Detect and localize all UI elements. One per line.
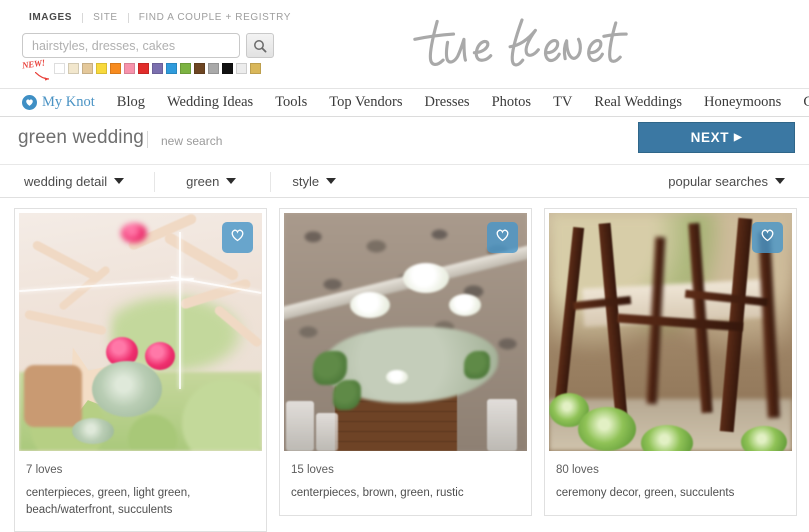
nav-item-tv[interactable]: TV [542, 89, 583, 116]
filter-wedding-detail[interactable]: wedding detail [24, 165, 125, 197]
search-icon [253, 39, 267, 53]
page-title: green wedding [18, 127, 144, 148]
card-media[interactable] [545, 209, 796, 455]
card-body: 80 loves ceremony decor, green, succulen… [545, 455, 796, 515]
nav-item-dresses[interactable]: Dresses [413, 89, 480, 116]
chevron-down-icon [326, 178, 337, 184]
succulent-shape [91, 360, 162, 417]
nav-item-wedding-ideas[interactable]: Wedding Ideas [156, 89, 264, 116]
card-tags[interactable]: centerpieces, green, light green, beach/… [26, 485, 255, 518]
nav-item-real-weddings[interactable]: Real Weddings [583, 89, 693, 116]
swatch-green[interactable] [180, 62, 191, 74]
nav-item-top-vendors[interactable]: Top Vendors [318, 89, 413, 116]
chevron-right-icon: ▶ [734, 132, 743, 143]
love-badge-button[interactable] [222, 222, 253, 253]
filter-bar: wedding detail green style popular searc… [0, 164, 809, 198]
swatch-yellow[interactable] [96, 62, 107, 74]
swatch-pink[interactable] [124, 62, 135, 74]
nav-item-photos[interactable]: Photos [481, 89, 543, 116]
nav-item-tools[interactable]: Tools [264, 89, 318, 116]
chevron-down-icon [775, 178, 785, 184]
result-card[interactable]: 15 loves centerpieces, brown, green, rus… [279, 208, 532, 516]
card-body: 7 loves centerpieces, green, light green… [15, 455, 266, 531]
chevron-down-icon [226, 178, 237, 184]
filter-color[interactable]: green [186, 165, 237, 197]
swatch-red[interactable] [138, 62, 149, 74]
swatch-black[interactable] [222, 62, 233, 74]
search-button[interactable] [246, 33, 274, 58]
results-title-bar: green wedding new search NEXT ▶ [0, 117, 809, 164]
filter-divider [154, 172, 155, 192]
utility-tabs: IMAGES SITE FIND A COUPLE + REGISTRY [29, 12, 301, 23]
result-card[interactable]: 7 loves centerpieces, green, light green… [14, 208, 267, 532]
new-badge: NEW! [21, 57, 52, 81]
card-body: 15 loves centerpieces, brown, green, rus… [280, 455, 531, 515]
swatch-gold[interactable] [250, 62, 261, 74]
loves-count: 7 loves [26, 464, 63, 476]
arrow-icon [34, 68, 50, 86]
top-header: IMAGES SITE FIND A COUPLE + REGISTRY NEW… [0, 0, 809, 88]
swatch-brown[interactable] [194, 62, 205, 74]
swatch-purple[interactable] [152, 62, 163, 74]
new-search-link[interactable]: new search [161, 134, 222, 148]
color-swatch-row: NEW! [21, 57, 264, 81]
photo-ceremony-chairs-succulents[interactable] [549, 213, 792, 451]
photo-terrarium-succulent-centerpiece[interactable] [19, 213, 262, 451]
filter-popular-searches-label: popular searches [668, 173, 768, 189]
nav-item-honeymoons[interactable]: Honeymoons [693, 89, 792, 116]
filter-style-label: style [292, 173, 320, 189]
chevron-down-icon [114, 178, 125, 184]
next-button-label: NEXT [690, 130, 730, 145]
card-media[interactable] [280, 209, 531, 455]
loves-count: 15 loves [291, 464, 334, 476]
heart-icon [230, 228, 245, 247]
heart-icon [760, 228, 775, 247]
filter-popular-searches[interactable]: popular searches [668, 165, 785, 197]
love-badge-button[interactable] [752, 222, 783, 253]
card-tags[interactable]: ceremony decor, green, succulents [556, 485, 785, 502]
swatch-ivory[interactable] [68, 62, 79, 74]
swatch-white[interactable] [54, 62, 65, 74]
filter-wedding-detail-label: wedding detail [24, 173, 108, 189]
the-knot-logo[interactable] [408, 14, 633, 78]
glassware-shape [286, 401, 315, 451]
nav-item-gift-registries[interactable]: Gift Registries [792, 89, 809, 116]
utility-tab-find-a-couple-registry[interactable]: FIND A COUPLE + REGISTRY [129, 12, 301, 23]
card-media[interactable] [15, 209, 266, 455]
heart-icon [22, 95, 37, 110]
photo-rustic-crate-centerpiece[interactable] [284, 213, 527, 451]
nav-item-my-knot-label: My Knot [42, 94, 95, 110]
search-input[interactable] [22, 33, 240, 58]
results-grid: 7 loves centerpieces, green, light green… [0, 198, 809, 532]
result-card[interactable]: 80 loves ceremony decor, green, succulen… [544, 208, 797, 516]
heart-icon [495, 228, 510, 247]
swatch-silver[interactable] [236, 62, 247, 74]
swatch-tan[interactable] [82, 62, 93, 74]
love-badge-button[interactable] [487, 222, 518, 253]
loves-count: 80 loves [556, 464, 599, 476]
card-tags[interactable]: centerpieces, brown, green, rustic [291, 485, 520, 502]
main-navigation: My Knot Blog Wedding Ideas Tools Top Ven… [0, 88, 809, 117]
swatch-blue[interactable] [166, 62, 177, 74]
title-divider [147, 131, 148, 148]
swatch-orange[interactable] [110, 62, 121, 74]
utility-tab-site[interactable]: SITE [83, 12, 128, 23]
filter-divider [270, 172, 271, 192]
filter-style[interactable]: style [292, 165, 337, 197]
nav-item-blog[interactable]: Blog [106, 89, 156, 116]
utility-tab-images[interactable]: IMAGES [29, 12, 82, 23]
next-page-button[interactable]: NEXT ▶ [636, 120, 797, 155]
header-search [22, 33, 274, 58]
nav-item-my-knot[interactable]: My Knot [18, 89, 106, 116]
filter-color-label: green [186, 173, 220, 189]
swatch-gray[interactable] [208, 62, 219, 74]
